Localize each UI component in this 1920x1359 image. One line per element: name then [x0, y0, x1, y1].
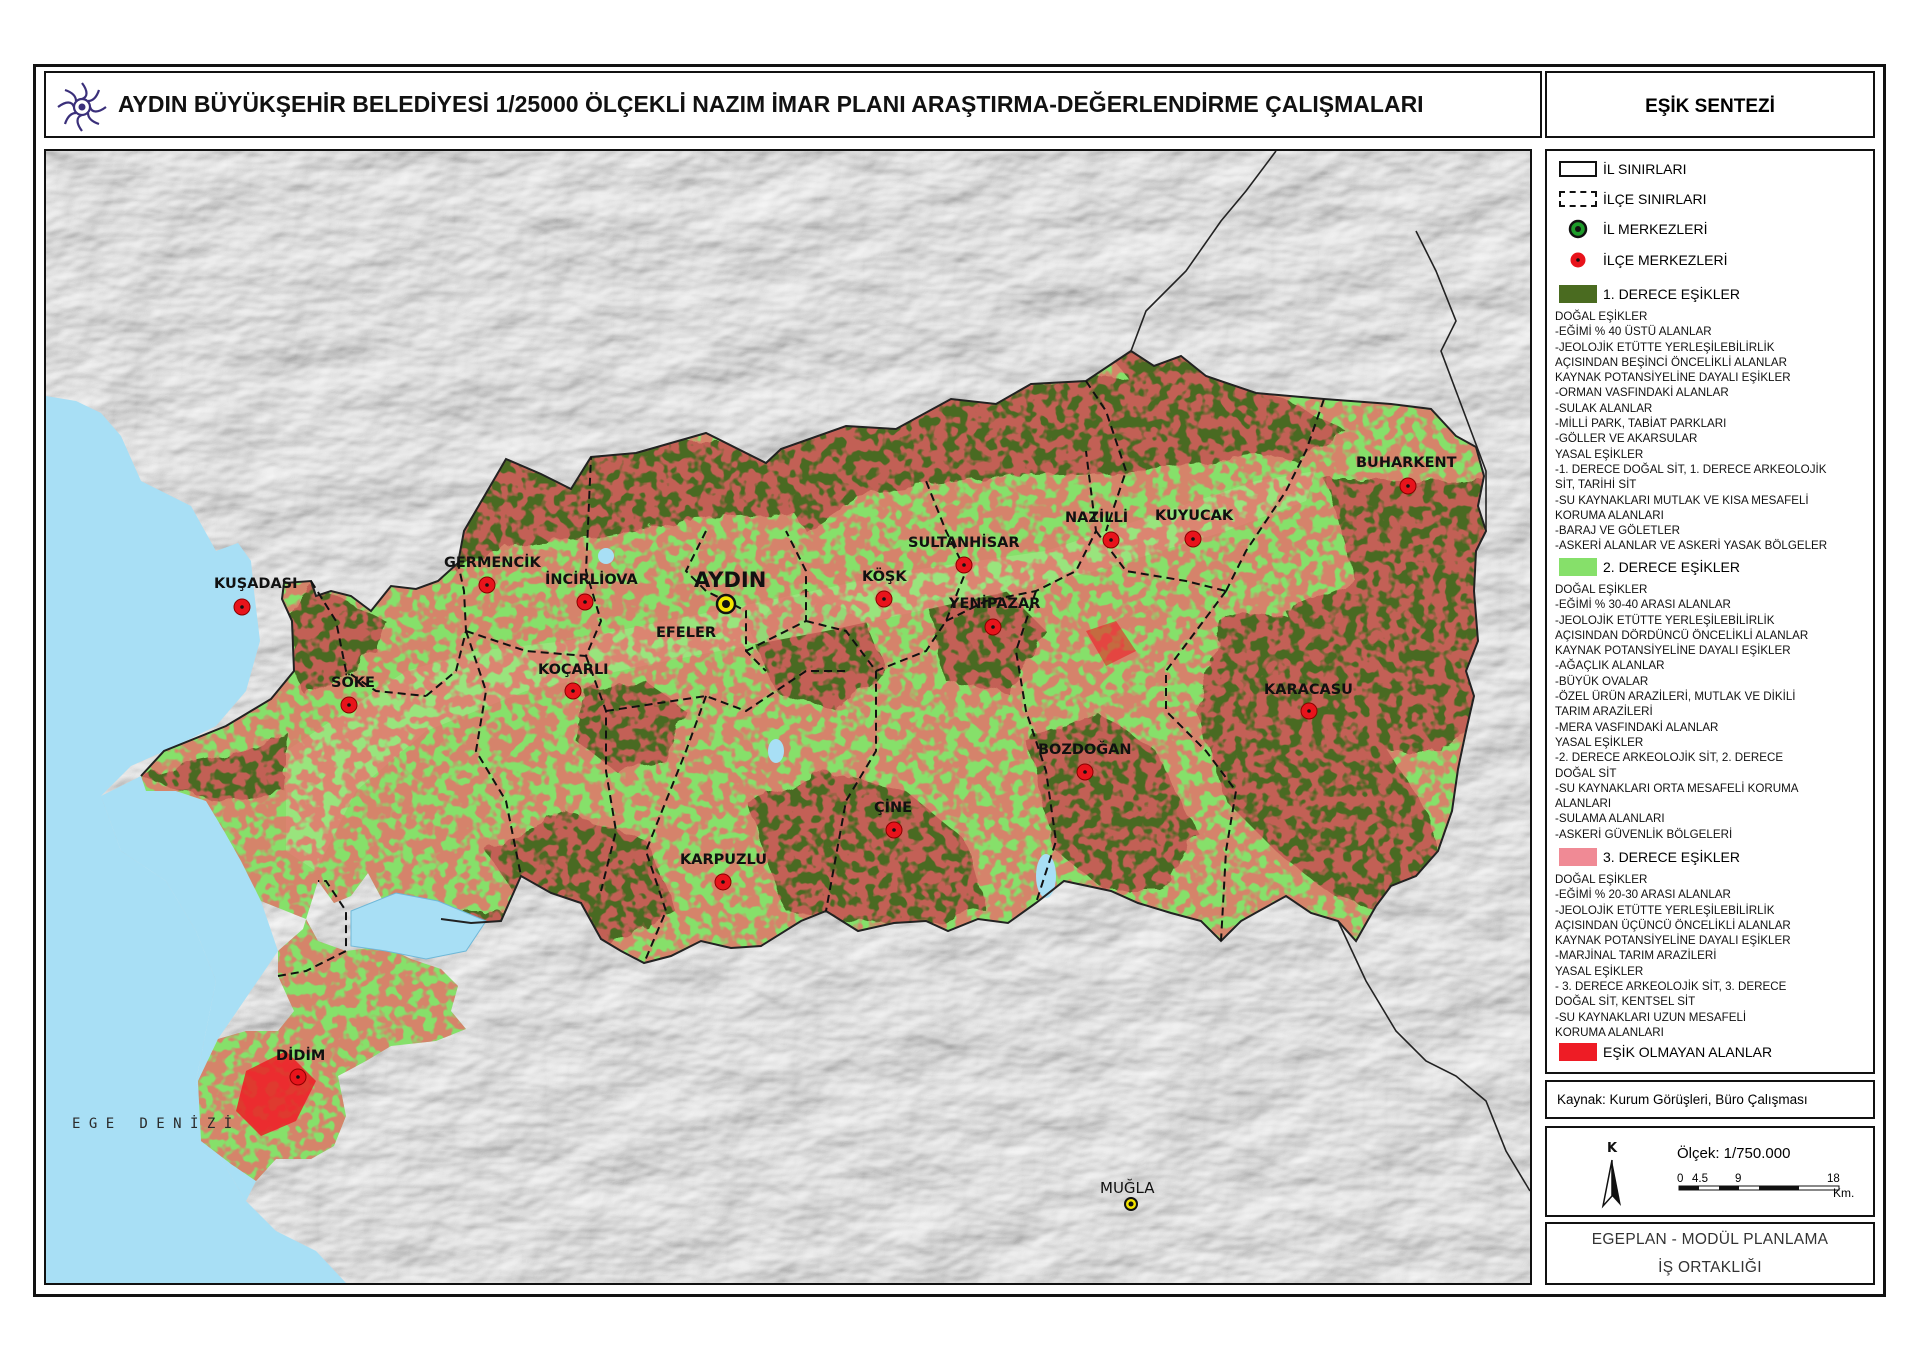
- dashed-boundary-swatch: [1559, 191, 1597, 207]
- scale-label: Ölçek: 1/750.000: [1677, 1145, 1791, 1162]
- company-line-2: İŞ ORTAKLIĞI: [1658, 1259, 1762, 1276]
- district-center-karacasu[interactable]: [1300, 702, 1318, 720]
- legend-first-degree-desc: DOĞAL EŞİKLER -EĞİMİ % 40 ÜSTÜ ALANLAR -…: [1555, 310, 1828, 553]
- legend-first-degree: 1. DERECE EŞİKLER: [1559, 285, 1740, 303]
- district-center-karpuzlu[interactable]: [714, 873, 732, 891]
- source-text: Kaynak: Kurum Görüşleri, Büro Çalışması: [1557, 1092, 1808, 1107]
- map-frame[interactable]: KUŞADASI SÖKE GERMENCİK İNCİRLİOVA EFELE…: [44, 149, 1532, 1285]
- scale-box: K Ölçek: 1/750.000 0 4.5 9 18 Km.: [1545, 1126, 1875, 1217]
- panel-title-box: EŞİK SENTEZİ: [1545, 71, 1875, 138]
- cine-dam-lake: [768, 739, 784, 763]
- label-kocarli: KOÇARLI: [538, 662, 609, 678]
- label-aydin: AYDIN: [694, 568, 766, 592]
- legend-third-degree: 3. DERECE EŞİKLER: [1559, 848, 1740, 866]
- label-kosk: KÖŞK: [862, 567, 907, 585]
- label-karpuzlu: KARPUZLU: [680, 852, 767, 868]
- district-center-soke[interactable]: [340, 696, 358, 714]
- reservoir-lake: [1036, 854, 1056, 898]
- label-didim: DİDİM: [276, 1047, 325, 1064]
- district-center-germencik[interactable]: [478, 576, 496, 594]
- label-kuyucak: KUYUCAK: [1155, 508, 1234, 524]
- district-center-kusadasi[interactable]: [233, 598, 251, 616]
- legend-ilce-sinirlari: İLÇE SINIRLARI: [1559, 191, 1706, 207]
- svg-text:9: 9: [1735, 1173, 1741, 1185]
- legend-second-degree-desc: DOĞAL EŞİKLER -EĞİMİ % 30-40 ARASI ALANL…: [1555, 583, 1809, 841]
- svg-text:18: 18: [1827, 1173, 1840, 1185]
- page-title: AYDIN BÜYÜKŞEHİR BELEDİYESİ 1/25000 ÖLÇE…: [118, 91, 1424, 117]
- district-center-kocarli[interactable]: [564, 682, 582, 700]
- north-arrow-icon: K: [1601, 1141, 1621, 1209]
- solid-boundary-swatch: [1559, 161, 1597, 177]
- district-center-incirliova[interactable]: [576, 593, 594, 611]
- district-center-nazilli[interactable]: [1102, 531, 1120, 549]
- title-bar: AYDIN BÜYÜKŞEHİR BELEDİYESİ 1/25000 ÖLÇE…: [44, 71, 1542, 138]
- province-center-mugla[interactable]: [1124, 1197, 1138, 1211]
- legend-il-merkezleri: İL MERKEZLERİ: [1559, 219, 1708, 239]
- svg-text:4.5: 4.5: [1692, 1173, 1708, 1185]
- district-center-didim[interactable]: [289, 1068, 307, 1086]
- label-nazilli: NAZİLLİ: [1065, 509, 1128, 526]
- label-germencik: GERMENCİK: [444, 554, 541, 571]
- svg-text:Km.: Km.: [1833, 1186, 1854, 1200]
- label-karacasu: KARACASU: [1264, 682, 1353, 698]
- first-degree-swatch: [1559, 285, 1597, 303]
- label-buharkent: BUHARKENT: [1356, 455, 1457, 471]
- district-center-cine[interactable]: [885, 821, 903, 839]
- legend-no-threshold: EŞİK OLMAYAN ALANLAR: [1559, 1043, 1772, 1061]
- scale-bar: 0 4.5 9 18 Km.: [1677, 1173, 1854, 1200]
- label-kusadasi: KUŞADASI: [214, 576, 298, 592]
- province-center-aydin[interactable]: [715, 593, 737, 615]
- second-degree-swatch: [1559, 558, 1597, 576]
- label-cine: ÇİNE: [874, 799, 912, 816]
- district-center-yenipazar[interactable]: [984, 618, 1002, 636]
- label-sultanhisar: SULTANHİSAR: [908, 534, 1020, 551]
- threshold-map[interactable]: KUŞADASI SÖKE GERMENCİK İNCİRLİOVA EFELE…: [46, 151, 1530, 1283]
- district-center-sultanhisar[interactable]: [955, 556, 973, 574]
- company-box: EGEPLAN - MODÜL PLANLAMA İŞ ORTAKLIĞI: [1545, 1222, 1875, 1285]
- municipality-logo-icon: [57, 82, 107, 132]
- label-bozdogan: BOZDOĞAN: [1038, 740, 1132, 758]
- district-center-kuyucak[interactable]: [1184, 530, 1202, 548]
- company-line-1: EGEPLAN - MODÜL PLANLAMA: [1591, 1231, 1829, 1248]
- legend-ilce-merkezleri: İLÇE MERKEZLERİ: [1559, 252, 1727, 268]
- district-center-bozdogan[interactable]: [1076, 763, 1094, 781]
- north-letter: K: [1607, 1141, 1618, 1156]
- province-center-icon: [1559, 219, 1597, 239]
- svg-text:0: 0: [1677, 1173, 1683, 1185]
- third-degree-swatch: [1559, 848, 1597, 866]
- district-center-buharkent[interactable]: [1399, 477, 1417, 495]
- label-incirliova: İNCİRLİOVA: [545, 571, 639, 588]
- label-yenipazar: YENİPAZAR: [948, 595, 1040, 612]
- label-efeler: EFELER: [656, 625, 716, 641]
- district-center-icon: [1559, 252, 1597, 268]
- legend-third-degree-desc: DOĞAL EŞİKLER -EĞİMİ % 20-30 ARASI ALANL…: [1555, 873, 1791, 1039]
- district-center-kosk[interactable]: [875, 590, 893, 608]
- small-lake: [598, 548, 614, 564]
- label-mugla: MUĞLA: [1100, 1178, 1155, 1197]
- no-threshold-swatch: [1559, 1043, 1597, 1061]
- source-box: Kaynak: Kurum Görüşleri, Büro Çalışması: [1545, 1080, 1875, 1119]
- legend-panel: İL SINIRLARI İLÇE SINIRLARI İL MERKEZLER…: [1545, 149, 1875, 1074]
- label-soke: SÖKE: [331, 673, 375, 691]
- legend-il-sinirlari: İL SINIRLARI: [1559, 161, 1687, 177]
- panel-title: EŞİK SENTEZİ: [1645, 96, 1775, 117]
- legend-second-degree: 2. DERECE EŞİKLER: [1559, 558, 1740, 576]
- label-ege-denizi: E G E D E N İ Z İ: [72, 1114, 232, 1132]
